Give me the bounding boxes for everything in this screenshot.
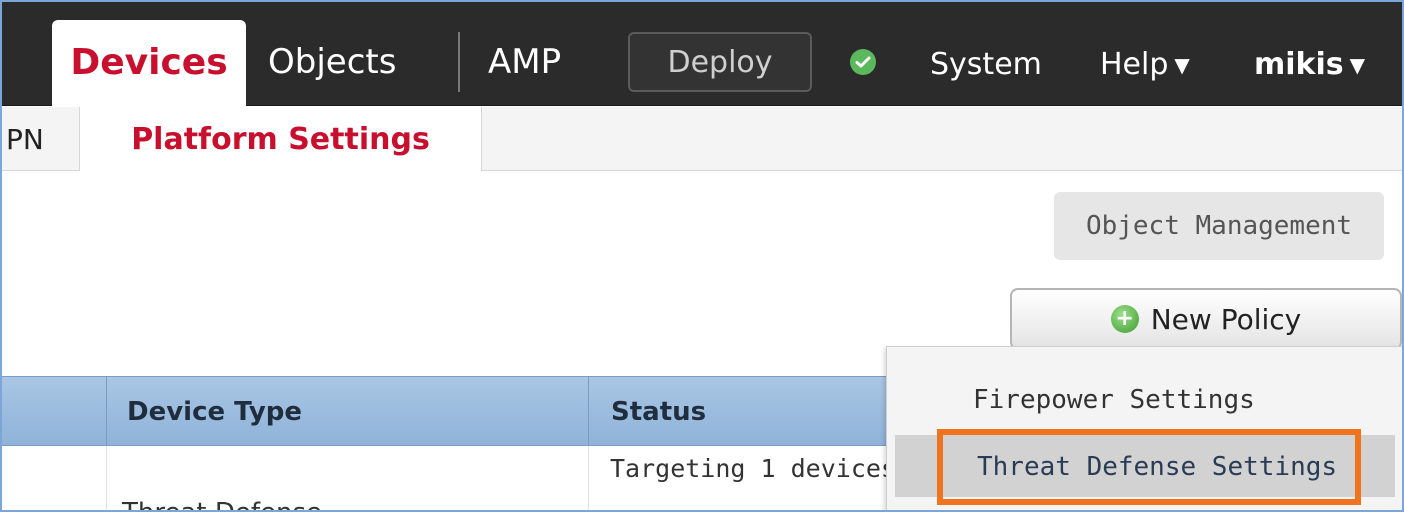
top-nav-bar: Devices Objects AMP Deploy System Help ▼ …: [2, 2, 1402, 107]
row-device-type: Threat Defense: [122, 498, 322, 510]
object-management-label: Object Management: [1085, 211, 1353, 241]
nav-divider: [458, 32, 460, 92]
deploy-button[interactable]: Deploy: [628, 32, 812, 92]
caret-down-icon: ▼: [1174, 53, 1190, 77]
menu-help[interactable]: Help ▼: [1100, 47, 1190, 82]
menu-item-threat-defense-settings[interactable]: Threat Defense Settings: [937, 429, 1361, 505]
header-status[interactable]: Status: [588, 377, 886, 447]
menu-user[interactable]: mikis ▼: [1254, 47, 1365, 82]
table-row[interactable]: Targeting 1 devices Threat Defense: [2, 446, 886, 510]
sub-tab-bar: PN Platform Settings: [2, 107, 1402, 171]
object-management-button[interactable]: Object Management: [1054, 192, 1384, 260]
menu-system[interactable]: System: [930, 47, 1042, 82]
header-device-type[interactable]: Device Type: [106, 377, 588, 447]
tab-amp[interactable]: AMP: [488, 42, 561, 82]
deploy-button-label: Deploy: [667, 44, 773, 80]
caret-down-icon: ▼: [1349, 53, 1366, 77]
menu-user-label: mikis: [1254, 47, 1344, 82]
subtab-vpn[interactable]: PN: [2, 107, 80, 171]
new-policy-label: New Policy: [1150, 302, 1302, 336]
check-circle-icon[interactable]: [850, 49, 876, 75]
tab-devices[interactable]: Devices: [52, 20, 246, 107]
app-window: Devices Objects AMP Deploy System Help ▼ …: [0, 0, 1404, 512]
menu-help-label: Help: [1100, 47, 1169, 82]
menu-item-firepower-settings[interactable]: Firepower Settings: [973, 385, 1255, 415]
tab-devices-label: Devices: [70, 42, 228, 83]
menu-item-threat-defense-label: Threat Defense Settings: [977, 452, 1338, 482]
subtab-platform-settings-label: Platform Settings: [131, 121, 430, 157]
add-icon: +: [1110, 305, 1139, 333]
new-policy-dropdown: Firepower Settings Threat Defense Settin…: [886, 346, 1402, 510]
row-status: Targeting 1 devices: [610, 454, 886, 483]
table-header: Device Type Status: [2, 376, 886, 447]
subtab-platform-settings[interactable]: Platform Settings: [80, 107, 482, 171]
column-divider: [106, 446, 107, 510]
column-divider: [588, 446, 589, 510]
header-cell-blank: [2, 377, 106, 447]
tab-objects[interactable]: Objects: [268, 42, 396, 82]
new-policy-button[interactable]: + New Policy: [1010, 288, 1402, 350]
